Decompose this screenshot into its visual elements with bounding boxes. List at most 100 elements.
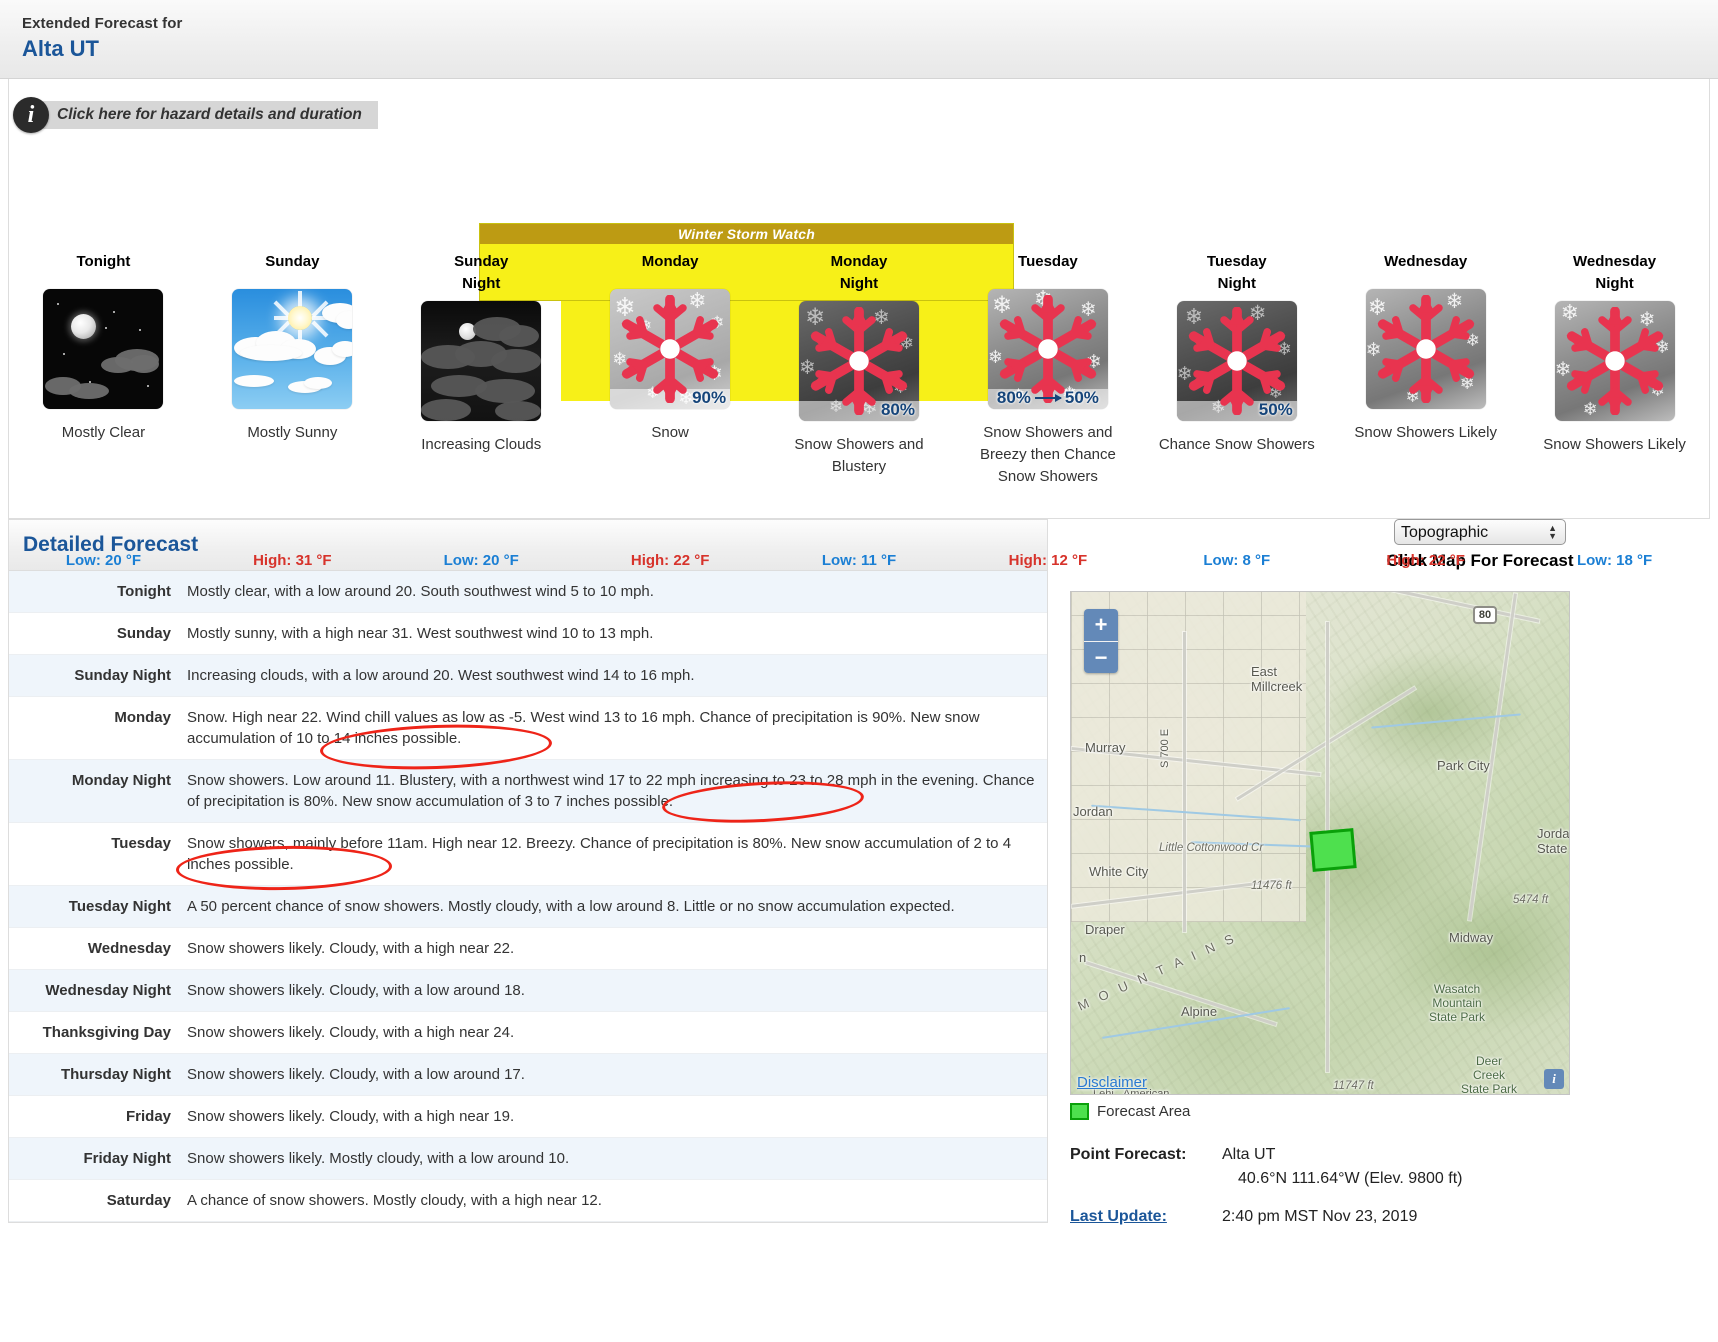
snowflake-glyph — [810, 307, 908, 415]
forecast-card-day-line1: Sunday — [454, 253, 509, 270]
map-label-elev-11476: 11476 ft — [1251, 880, 1292, 892]
period-name: Tonight — [9, 571, 179, 613]
hazard-details-link[interactable]: i Click here for hazard details and dura… — [13, 97, 378, 133]
point-forecast-row: Point Forecast: Alta UT 40.6°N 111.64°W … — [1070, 1143, 1690, 1191]
map-label-alpine: Alpine — [1181, 1004, 1218, 1019]
period-text: A chance of snow showers. Mostly cloudy,… — [179, 1179, 1047, 1222]
last-update-link[interactable]: Last Update: — [1070, 1205, 1222, 1229]
period-name: Thanksgiving Day — [9, 1011, 179, 1054]
map-label-elev-11747: 11747 ft — [1333, 1080, 1374, 1092]
table-row: Thursday Night Snow showers likely. Clou… — [9, 1053, 1047, 1096]
last-update-value: 2:40 pm MST Nov 23, 2019 — [1222, 1208, 1418, 1225]
period-name: Saturday — [9, 1179, 179, 1222]
forecast-card-day: Monday — [641, 253, 699, 270]
period-name: Tuesday — [9, 822, 179, 886]
forecast-card[interactable]: Wednesday Night ❄ ❄ ❄ ❄ ❄ ❄ Snow Showers… — [1520, 239, 1709, 569]
snowflake-glyph — [1565, 307, 1664, 415]
forecast-card-list: Tonight Mostly Clear Low: 20 °F Sunday M… — [9, 239, 1709, 569]
period-name: Wednesday Night — [9, 969, 179, 1012]
forecast-card-temp: Low: 20 °F — [443, 552, 519, 569]
map-type-select-wrap[interactable]: Topographic ▲ ▼ — [1394, 519, 1566, 545]
table-row: Sunday Night Increasing clouds, with a l… — [9, 654, 1047, 697]
snow-night-icon: ❄ ❄ ❄ ❄ ❄ ❄ ❄ — [799, 301, 919, 421]
map-type-select[interactable]: Topographic — [1394, 519, 1566, 545]
forecast-card-day-line2: Night — [839, 275, 879, 292]
header-eyebrow: Extended Forecast for — [22, 15, 183, 32]
table-row: Sunday Mostly sunny, with a high near 31… — [9, 612, 1047, 655]
snow-icon: ❄ ❄ ❄ ❄ ❄ ❄ — [1365, 289, 1486, 409]
cloudy-night-icon — [421, 301, 542, 421]
forecast-card-icon-wrap: ❄ ❄ ❄ ❄ ❄ ❄ ❄ ❄ — [576, 289, 765, 409]
forecast-card[interactable]: Tuesday ❄ ❄ ❄ ❄ ❄ ❄ ❄ — [953, 239, 1142, 569]
table-row: Wednesday Night Snow showers likely. Clo… — [9, 969, 1047, 1012]
info-icon: i — [13, 97, 49, 133]
map-label-s700e: S 700 E — [1159, 728, 1171, 768]
forecast-card[interactable]: Sunday Night Increasing Clouds Low: 20 °… — [387, 239, 576, 569]
table-row: Monday Night Snow showers. Low around 11… — [9, 759, 1047, 823]
forecast-card-icon-wrap: ❄ ❄ ❄ ❄ ❄ ❄ — [1331, 289, 1520, 409]
snow-icon: ❄ ❄ ❄ ❄ ❄ ❄ ❄ ❄ — [610, 289, 731, 409]
forecast-card-description: Snow Showers and Breezy then Chance Snow… — [979, 424, 1116, 485]
sun-clouds-icon — [232, 289, 353, 409]
map-info-icon[interactable]: i — [1544, 1069, 1564, 1089]
table-row: Thanksgiving Day Snow showers likely. Cl… — [9, 1011, 1047, 1054]
forecast-map[interactable]: 80 S 700 E East Millcreek Murray Jordan W… — [1070, 591, 1570, 1095]
snow-icon: ❄ ❄ ❄ ❄ ❄ ❄ ❄ — [987, 289, 1108, 409]
snow-night-icon: ❄ ❄ ❄ ❄ ❄ ❄ — [1554, 301, 1675, 421]
period-text: Snow showers likely. Cloudy, with a low … — [179, 969, 1047, 1012]
period-name: Monday Night — [9, 759, 179, 823]
forecast-card[interactable]: Tuesday Night ❄ ❄ ❄ ❄ ❄ ❄ — [1142, 239, 1331, 569]
map-disclaimer-link[interactable]: Disclaimer — [1077, 1074, 1147, 1091]
table-row: Tonight Mostly clear, with a low around … — [9, 571, 1047, 613]
forecast-card-icon-wrap: ❄ ❄ ❄ ❄ ❄ ❄ ❄ — [953, 289, 1142, 409]
moon-clouds-night-icon — [43, 289, 164, 409]
legend-label: Forecast Area — [1097, 1103, 1191, 1120]
forecast-card-day-line1: Tuesday — [1206, 253, 1267, 270]
hazard-link-label: Click here for hazard details and durati… — [57, 106, 362, 123]
period-text: Snow showers, mainly before 11am. High n… — [179, 822, 1047, 886]
arrow-right-icon — [1034, 394, 1062, 402]
forecast-card-description: Snow Showers Likely — [1543, 436, 1686, 453]
forecast-card-icon-wrap — [198, 289, 387, 409]
period-text: Snow showers likely. Mostly cloudy, with… — [179, 1137, 1047, 1180]
forecast-card[interactable]: Tonight Mostly Clear Low: 20 °F — [9, 239, 198, 569]
point-forecast-place: Alta UT — [1222, 1146, 1276, 1163]
point-forecast-block: Point Forecast: Alta UT 40.6°N 111.64°W … — [1070, 1143, 1690, 1233]
period-name: Tuesday Night — [9, 885, 179, 928]
forecast-area-marker — [1309, 828, 1357, 872]
precip-probability: 50% — [1258, 400, 1293, 419]
table-row: Tuesday Snow showers, mainly before 11am… — [9, 822, 1047, 886]
forecast-card-day: Wednesday — [1384, 253, 1468, 270]
forecast-card[interactable]: Monday ❄ ❄ ❄ ❄ ❄ ❄ ❄ ❄ — [576, 239, 765, 569]
forecast-card-icon-wrap — [387, 301, 576, 421]
zoom-out-button[interactable]: − — [1084, 641, 1118, 673]
extended-forecast-panel: i Click here for hazard details and dura… — [8, 79, 1710, 569]
precip-probability: 90% — [692, 388, 727, 407]
legend-swatch-icon — [1070, 1103, 1089, 1120]
period-name: Thursday Night — [9, 1053, 179, 1096]
period-name: Sunday — [9, 612, 179, 655]
map-label-east-millcreek: East Millcreek — [1251, 664, 1303, 694]
forecast-card-day: Tuesday Night — [1142, 239, 1331, 295]
zoom-in-button[interactable]: + — [1084, 609, 1118, 641]
forecast-card[interactable]: Sunday Mostly Sunny High: 31 °F — [198, 239, 387, 569]
table-row: Friday Snow showers likely. Cloudy, with… — [9, 1095, 1047, 1138]
map-label-jordan-state: Jorda State — [1537, 826, 1570, 856]
forecast-card-temp: Low: 8 °F — [1203, 552, 1271, 569]
period-name: Sunday Night — [9, 654, 179, 697]
table-row: Wednesday Snow showers likely. Cloudy, w… — [9, 927, 1047, 970]
map-label-elev-5474: 5474 ft — [1513, 894, 1549, 906]
period-text: A 50 percent chance of snow showers. Mos… — [179, 885, 1047, 928]
page-header: Extended Forecast for Alta UT — [0, 0, 1718, 79]
snow-night-icon: ❄ ❄ ❄ ❄ ❄ ❄ — [1176, 301, 1297, 421]
forecast-card[interactable]: Monday Night ❄ ❄ ❄ ❄ ❄ ❄ ❄ — [765, 239, 954, 569]
forecast-card-day-line1: Monday — [830, 253, 888, 270]
period-text: Snow. High near 22. Wind chill values as… — [179, 696, 1047, 760]
forecast-card[interactable]: Wednesday ❄ ❄ ❄ ❄ ❄ ❄ Snow Showers Likel… — [1331, 239, 1520, 569]
table-row: Saturday A chance of snow showers. Mostl… — [9, 1179, 1047, 1222]
map-zoom-controls[interactable]: + − — [1084, 609, 1118, 673]
forecast-card-description: Mostly Clear — [61, 424, 146, 441]
period-text: Mostly clear, with a low around 20. Sout… — [179, 571, 1047, 613]
forecast-card-description: Chance Snow Showers — [1158, 436, 1315, 453]
forecast-card-description: Snow Showers Likely — [1354, 424, 1497, 441]
